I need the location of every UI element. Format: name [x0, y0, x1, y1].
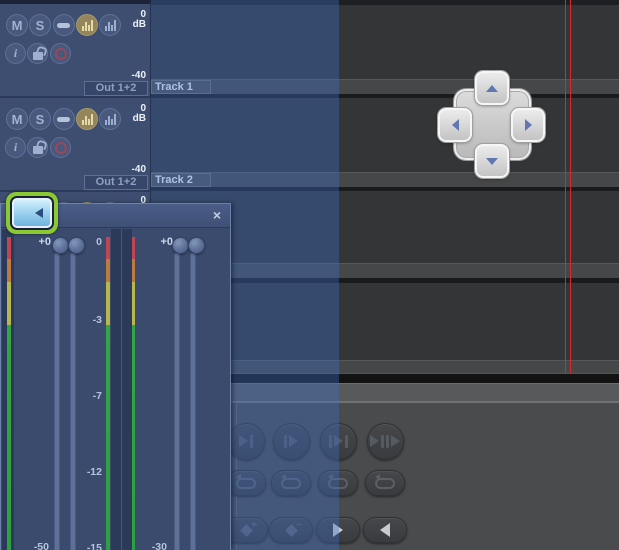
output-selector[interactable]: Out 1+2: [84, 175, 148, 190]
loop-button-1[interactable]: [226, 470, 266, 496]
meter-mode-button-active[interactable]: [76, 14, 98, 36]
record-icon: [55, 48, 67, 60]
arm-record-button[interactable]: [50, 137, 71, 158]
info-button[interactable]: i: [5, 43, 26, 64]
left-level-meter: [7, 237, 11, 550]
scroll-up-button[interactable]: [475, 71, 509, 105]
daw-window: Track 1 Track 2 + −: [0, 0, 619, 550]
track1-name-tab[interactable]: Track 1: [151, 80, 211, 94]
db-unit-label: dB: [120, 113, 146, 124]
loop-button-2[interactable]: [271, 470, 311, 496]
main-level-meter-right: [132, 237, 136, 550]
gain-knob[interactable]: [172, 237, 189, 254]
collapse-track-button[interactable]: [53, 108, 75, 130]
up-arrow-icon: [486, 85, 498, 92]
record-icon: [55, 142, 67, 154]
db-max-label: 0: [120, 195, 146, 203]
info-button[interactable]: i: [5, 137, 26, 158]
playhead[interactable]: [565, 0, 571, 374]
play-loop-section-icon: [370, 435, 379, 447]
close-icon: ×: [213, 207, 221, 223]
minimize-bar-icon: [57, 23, 70, 28]
fader-track[interactable]: [54, 253, 60, 550]
loop-button-4[interactable]: [365, 470, 405, 496]
down-arrow-icon: [486, 158, 498, 165]
gain-knob[interactable]: [188, 237, 205, 254]
loop-icon: [328, 478, 348, 489]
db-min-label: -40: [120, 70, 146, 81]
play-between-cues-icon: [334, 435, 343, 447]
meter-well-divider: [121, 229, 122, 550]
scale-tick: -12: [71, 466, 102, 478]
scroll-right-button[interactable]: [511, 108, 545, 142]
level-meter-icon: [105, 114, 116, 125]
scale-tick: -7: [71, 390, 102, 402]
scroll-down-button[interactable]: [475, 144, 509, 178]
scale-tick: 0: [71, 236, 102, 248]
scale-tick: -15: [71, 542, 102, 550]
left-meter-min-label: -50: [19, 541, 49, 550]
meter-mode-button[interactable]: [99, 108, 121, 130]
play-between-cues-button[interactable]: [320, 423, 357, 460]
triangle-right-icon: [333, 523, 343, 537]
level-meter-icon: [82, 20, 93, 31]
left-arrow-icon: [452, 119, 459, 131]
prev-marker-button[interactable]: [363, 517, 407, 543]
cue-then-play-icon: [289, 435, 298, 447]
level-meter-icon: [105, 20, 116, 31]
remove-marker-button[interactable]: −: [269, 517, 313, 543]
main-level-meter-left: [106, 237, 110, 550]
play-then-stop-button[interactable]: [228, 423, 265, 460]
triangle-left-icon: [380, 523, 390, 537]
gain-knob[interactable]: [52, 237, 69, 254]
unlock-icon: [33, 52, 43, 60]
left-gain-label: +0: [27, 236, 51, 248]
play-loop-section-button[interactable]: [367, 423, 404, 460]
meter-mode-button-active[interactable]: [76, 108, 98, 130]
fader-track[interactable]: [174, 253, 180, 550]
scroll-navigator: [432, 65, 552, 185]
db-min-label: -40: [120, 164, 146, 175]
track2-name-tab[interactable]: Track 2: [151, 173, 211, 187]
mute-button[interactable]: M: [6, 14, 28, 36]
arm-record-button[interactable]: [50, 43, 71, 64]
meter-mode-button[interactable]: [99, 14, 121, 36]
collapse-track-button[interactable]: [53, 14, 75, 36]
left-triangle-icon: [35, 208, 43, 218]
main-meter-well: [111, 229, 132, 550]
output-selector[interactable]: Out 1+2: [84, 81, 148, 96]
fader-track[interactable]: [190, 253, 196, 550]
loop-button-3[interactable]: [318, 470, 358, 496]
header-divider: [0, 96, 151, 98]
play-then-stop-icon: [239, 435, 248, 447]
db-unit-label: dB: [120, 19, 146, 30]
loop-icon: [281, 478, 301, 489]
unlock-icon: [33, 146, 43, 154]
lock-button[interactable]: [27, 43, 48, 64]
right-arrow-icon: [525, 119, 532, 131]
meter-window: × +0 0 -3 -7 -12 -15 +0 -50 -30: [0, 203, 231, 550]
collapse-panel-button[interactable]: [12, 198, 52, 228]
solo-button[interactable]: S: [29, 108, 51, 130]
right-meter-min-label: -30: [137, 541, 167, 550]
solo-button[interactable]: S: [29, 14, 51, 36]
loop-icon: [236, 478, 256, 489]
close-button[interactable]: ×: [208, 206, 226, 223]
scale-tick: -3: [71, 314, 102, 326]
mute-button[interactable]: M: [6, 108, 28, 130]
lock-button[interactable]: [27, 137, 48, 158]
level-meter-icon: [82, 114, 93, 125]
highlight-ring: [6, 192, 58, 234]
cue-then-play-button[interactable]: [273, 423, 310, 460]
right-gain-label: +0: [149, 236, 173, 248]
minimize-bar-icon: [57, 117, 70, 122]
loop-icon: [375, 478, 395, 489]
track1-name[interactable]: Track 1: [155, 81, 193, 93]
track-header-column: M S i 0 dB -40 Out 1+2 M S: [0, 0, 151, 203]
track2-name[interactable]: Track 2: [155, 174, 193, 186]
next-marker-button[interactable]: [316, 517, 360, 543]
scroll-left-button[interactable]: [438, 108, 472, 142]
